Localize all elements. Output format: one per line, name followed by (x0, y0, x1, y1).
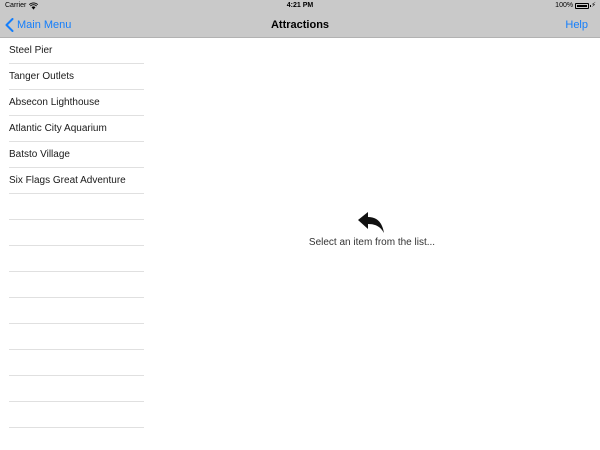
empty-list-row (0, 376, 144, 402)
list-item[interactable]: Six Flags Great Adventure (0, 168, 144, 194)
attractions-list: Steel Pier Tanger Outlets Absecon Lighth… (0, 38, 144, 450)
list-item[interactable]: Steel Pier (0, 38, 144, 64)
page-title: Attractions (270, 19, 330, 31)
empty-list-row (0, 272, 144, 298)
empty-list-row (0, 324, 144, 350)
navigation-bar: Main Menu Attractions Help (0, 12, 600, 38)
empty-list-row (0, 220, 144, 246)
list-item[interactable]: Tanger Outlets (0, 64, 144, 90)
attractions-list-panel: Steel Pier Tanger Outlets Absecon Lighth… (0, 38, 144, 450)
battery-percent: 100% (555, 2, 574, 9)
wifi-icon (29, 2, 39, 10)
battery-icon (575, 3, 592, 9)
chevron-left-icon (5, 18, 14, 32)
help-button[interactable]: Help (565, 12, 588, 38)
status-bar: Carrier 4:21 PM 100% ⚡ (0, 0, 600, 12)
empty-state-message: Select an item from the list... (308, 237, 436, 248)
carrier-label: Carrier (5, 2, 27, 9)
status-time: 4:21 PM (286, 2, 314, 9)
status-right: 100% ⚡ (555, 0, 596, 12)
detail-panel: Select an item from the list... (144, 38, 600, 450)
status-left: Carrier (5, 0, 39, 12)
bolt-icon: ⚡ (591, 2, 596, 9)
empty-list-row (0, 428, 144, 450)
list-item[interactable]: Batsto Village (0, 142, 144, 168)
empty-list-row (0, 246, 144, 272)
undo-arrow-icon (358, 212, 384, 233)
empty-list-row (0, 402, 144, 428)
list-item[interactable]: Absecon Lighthouse (0, 90, 144, 116)
empty-list-row (0, 194, 144, 220)
list-item[interactable]: Atlantic City Aquarium (0, 116, 144, 142)
empty-list-row (0, 298, 144, 324)
main-menu-back-button[interactable]: Main Menu (5, 12, 71, 38)
empty-list-row (0, 350, 144, 376)
back-button-label: Main Menu (17, 19, 72, 31)
